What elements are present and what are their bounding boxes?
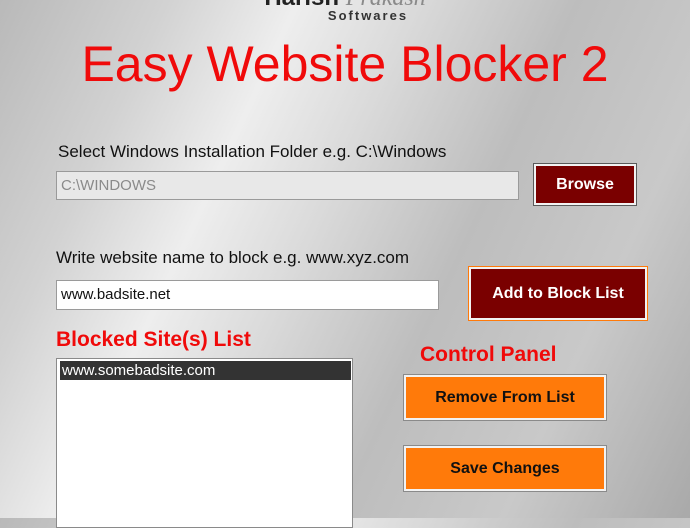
save-changes-button[interactable]: Save Changes — [403, 445, 607, 492]
website-input-label: Write website name to block e.g. www.xyz… — [56, 248, 410, 267]
blocked-list-heading: Blocked Site(s) List — [56, 328, 251, 351]
website-input[interactable]: www.badsite.net — [56, 280, 439, 310]
list-item[interactable]: www.somebadsite.com — [60, 361, 351, 380]
add-to-block-list-button[interactable]: Add to Block List — [468, 266, 648, 321]
browse-button[interactable]: Browse — [533, 163, 637, 206]
logo-subtitle: Softwares — [327, 8, 409, 23]
install-folder-label: Select Windows Installation Folder e.g. … — [58, 142, 447, 161]
control-panel-heading: Control Panel — [420, 343, 557, 366]
install-folder-field: C:\WINDOWS — [56, 171, 519, 200]
remove-from-list-button[interactable]: Remove From List — [403, 374, 607, 421]
company-logo: Harish Prakash Softwares — [250, 0, 440, 22]
app-title: Easy Website Blocker 2 — [81, 36, 609, 92]
blocked-sites-list[interactable]: www.somebadsite.com — [56, 358, 353, 528]
